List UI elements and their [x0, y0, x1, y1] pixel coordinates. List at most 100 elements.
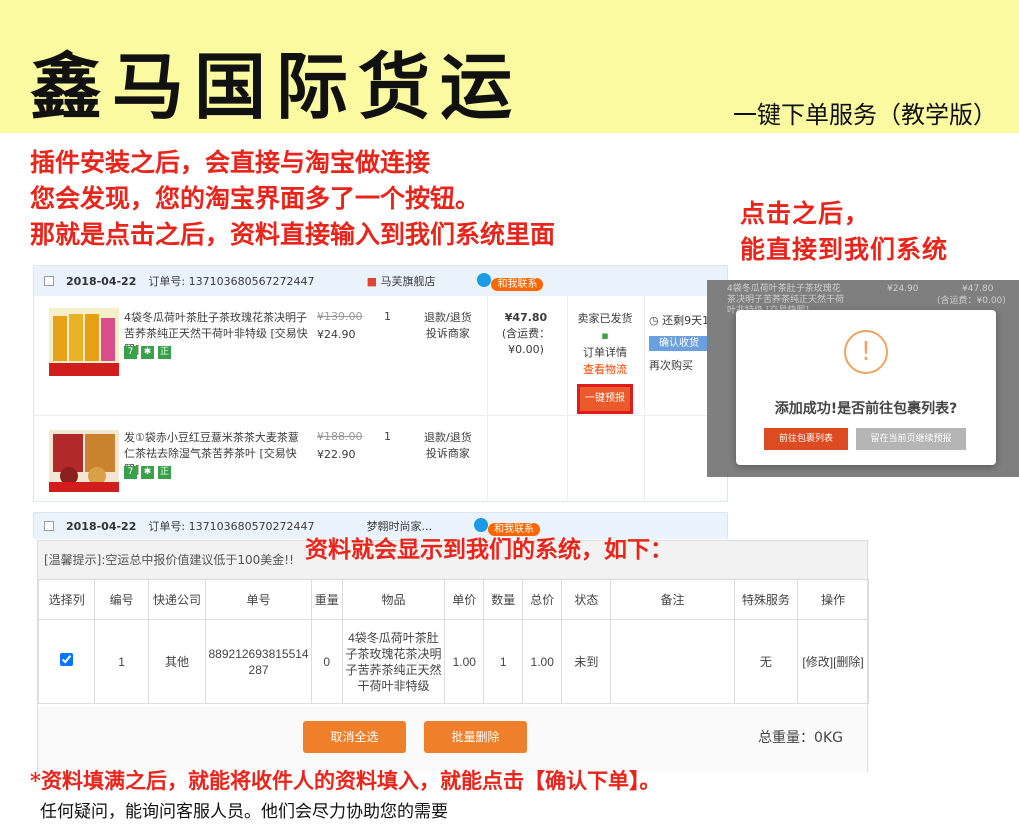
blurred-price: ¥24.90: [887, 284, 919, 294]
contact-wrap[interactable]: 和我联系: [477, 272, 544, 291]
display-note: 资料就会显示到我们的系统，如下：: [305, 536, 673, 563]
row-select-checkbox[interactable]: [60, 653, 74, 666]
taobao-order-card: 2018-04-22 订单号: 137103680567272447 ■ 马芙旗…: [33, 265, 728, 502]
wangwang-icon: [474, 517, 489, 532]
countdown: ◷ 还剩9天1: [649, 310, 709, 332]
intro-line-2: 您会发现，您的淘宝界面多了一个按钮。: [30, 184, 481, 213]
col-header: 单价: [444, 579, 485, 620]
confirm-receipt-button[interactable]: 确认收货: [649, 336, 709, 351]
badge-icon: 正: [158, 346, 171, 359]
quantity: 1: [384, 310, 391, 323]
original-price: ¥139.00: [317, 310, 363, 323]
order-date: 2018-04-22: [66, 274, 137, 288]
badge-icon: 7: [124, 466, 137, 479]
badge-icon: ✱: [141, 346, 154, 359]
col-header: 编号: [94, 579, 149, 620]
order-header: 2018-04-22 订单号: 137103680567272447 ■ 马芙旗…: [34, 266, 727, 296]
column-divider: [644, 416, 645, 502]
order-date: 2018-04-22: [66, 519, 137, 533]
select-cell: [37, 619, 96, 704]
cell-unit-price: 1.00: [444, 619, 485, 704]
refund-link[interactable]: 退款/退货: [424, 430, 472, 446]
cell-tracking: 889212693815514287: [205, 619, 312, 704]
product-thumbnail[interactable]: [49, 308, 119, 376]
subtitle: 一键下单服务（教学版）: [733, 101, 997, 129]
contact-seller-button[interactable]: 和我联系: [491, 277, 544, 291]
cell-id: 1: [94, 619, 149, 704]
batch-delete-button[interactable]: 批量删除: [424, 721, 527, 753]
col-header: 快递公司: [147, 579, 207, 620]
col-header: 数量: [483, 579, 524, 620]
intro-line-1: 插件安装之后，会直接与淘宝做连接: [30, 148, 431, 177]
success-dialog: ! 添加成功!是否前往包裹列表? 前往包裹列表 留在当前页继续预报: [736, 310, 996, 465]
refund-link[interactable]: 退款/退货: [424, 310, 472, 326]
cell-qty: 1: [483, 619, 524, 704]
column-divider: [644, 296, 645, 415]
intro-note: 插件安装之后，会直接与淘宝做连接 您会发现，您的淘宝界面多了一个按钮。 那就是点…: [30, 145, 555, 253]
order-item: 发①袋赤小豆红豆薏米茶茶大麦茶薏仁茶祛去除湿气茶苦荞茶叶 [交易快照] 7 ✱ …: [34, 416, 727, 502]
cell-special: 无: [733, 619, 799, 704]
cell-remark: [610, 619, 735, 704]
system-package-panel: [温馨提示]:空运总中报价值建议低于100美金!! 选择列 编号 快递公司 单号…: [37, 540, 869, 772]
order-total: ¥47.80 (含运费：¥0.00): [487, 310, 565, 358]
col-header: 重量: [310, 579, 343, 620]
after-click-note: 点击之后， 能直接到我们系统: [740, 196, 948, 268]
rebuy-link[interactable]: 再次购买: [649, 355, 709, 377]
cell-total: 1.00: [522, 619, 563, 704]
unit-price: ¥24.90: [317, 328, 356, 341]
shop-name-wrap[interactable]: ■ 马芙旗舰店: [367, 273, 436, 289]
col-header: 操作: [797, 579, 869, 620]
order-number: 订单号: 137103680567272447: [148, 275, 315, 288]
package-table: 选择列 编号 快递公司 单号 重量 物品 单价 数量 总价 状态 备注 特殊服务…: [37, 579, 869, 704]
cell-weight: 0: [310, 619, 343, 704]
order-actions: ◷ 还剩9天1 确认收货 再次购买: [649, 310, 709, 377]
clock-icon: ◷: [649, 314, 659, 327]
after-sale-links: 退款/退货 投诉商家: [424, 310, 472, 342]
column-divider: [487, 416, 488, 502]
row-actions[interactable]: [修改][删除]: [797, 619, 869, 704]
footnote: *资料填满之后，就能将收件人的资料填入，就能点击【确认下单】。: [30, 768, 661, 793]
wangwang-icon: [477, 272, 492, 287]
status-shipped: 卖家已发货: [577, 312, 633, 325]
order-item: 4袋冬瓜荷叶茶肚子茶玫瑰花茶决明子苦荞茶纯正天然干荷叶非特级 [交易快照] 7 …: [34, 296, 727, 416]
order-checkbox[interactable]: [44, 276, 54, 286]
original-price: ¥188.00: [317, 430, 363, 443]
blurred-shipping: (含运费：¥0.00): [937, 296, 1006, 306]
item-badges: 7 ✱ 正: [124, 346, 171, 359]
after-click-line-1: 点击之后，: [740, 199, 871, 228]
table-header-row: 选择列 编号 快递公司 单号 重量 物品 单价 数量 总价 状态 备注 特殊服务…: [37, 579, 869, 620]
title-banner: 鑫马国际货运 一键下单服务（教学版）: [0, 0, 1019, 133]
order-detail-link[interactable]: 订单详情: [569, 344, 641, 361]
chat-icon: ▪: [601, 329, 609, 342]
cell-courier: 其他: [147, 619, 207, 704]
col-header: 物品: [341, 579, 446, 620]
order-status: 卖家已发货 ▪ 订单详情 查看物流 一键预报: [569, 310, 641, 414]
table-row: 1 其他 889212693815514287 0 4袋冬瓜荷叶茶肚子茶玫瑰花茶…: [37, 619, 869, 704]
one-click-forecast-button[interactable]: 一键预报: [577, 384, 633, 414]
table-footer: 取消全选 批量删除 总重量：0KG: [38, 707, 867, 772]
dialog-message: 添加成功!是否前往包裹列表?: [774, 401, 958, 417]
go-to-parcel-list-button[interactable]: 前往包裹列表: [764, 428, 848, 450]
footnote-contact: 任何疑问，能询问客服人员。他们会尽力协助您的需要: [40, 802, 448, 822]
after-click-line-2: 能直接到我们系统: [740, 235, 949, 264]
stay-and-continue-button[interactable]: 留在当前页继续预报: [856, 428, 966, 450]
total-weight: 总重量：0KG: [758, 730, 843, 746]
cancel-select-all-button[interactable]: 取消全选: [303, 721, 406, 753]
col-header: 特殊服务: [733, 579, 799, 620]
product-thumbnail[interactable]: [49, 430, 119, 492]
col-header: 备注: [610, 579, 735, 620]
warning-icon: !: [844, 330, 888, 374]
unit-price: ¥22.90: [317, 448, 356, 461]
complaint-link[interactable]: 投诉商家: [424, 326, 472, 342]
complaint-link[interactable]: 投诉商家: [424, 446, 472, 462]
order-checkbox[interactable]: [44, 521, 54, 531]
brand-title: 鑫马国际货运: [30, 44, 523, 129]
shipping-fee: (含运费：¥0.00): [501, 327, 551, 356]
view-logistics-link[interactable]: 查看物流: [569, 361, 641, 378]
total-price: ¥47.80: [504, 311, 548, 324]
column-divider: [567, 296, 568, 415]
cell-goods: 4袋冬瓜荷叶茶肚子茶玫瑰花茶决明子苦荞茶纯正天然干荷叶非特级: [341, 619, 446, 704]
countdown-text: 还剩9天1: [662, 314, 710, 327]
item-badges: 7 ✱ 正: [124, 466, 171, 479]
badge-icon: ✱: [141, 466, 154, 479]
